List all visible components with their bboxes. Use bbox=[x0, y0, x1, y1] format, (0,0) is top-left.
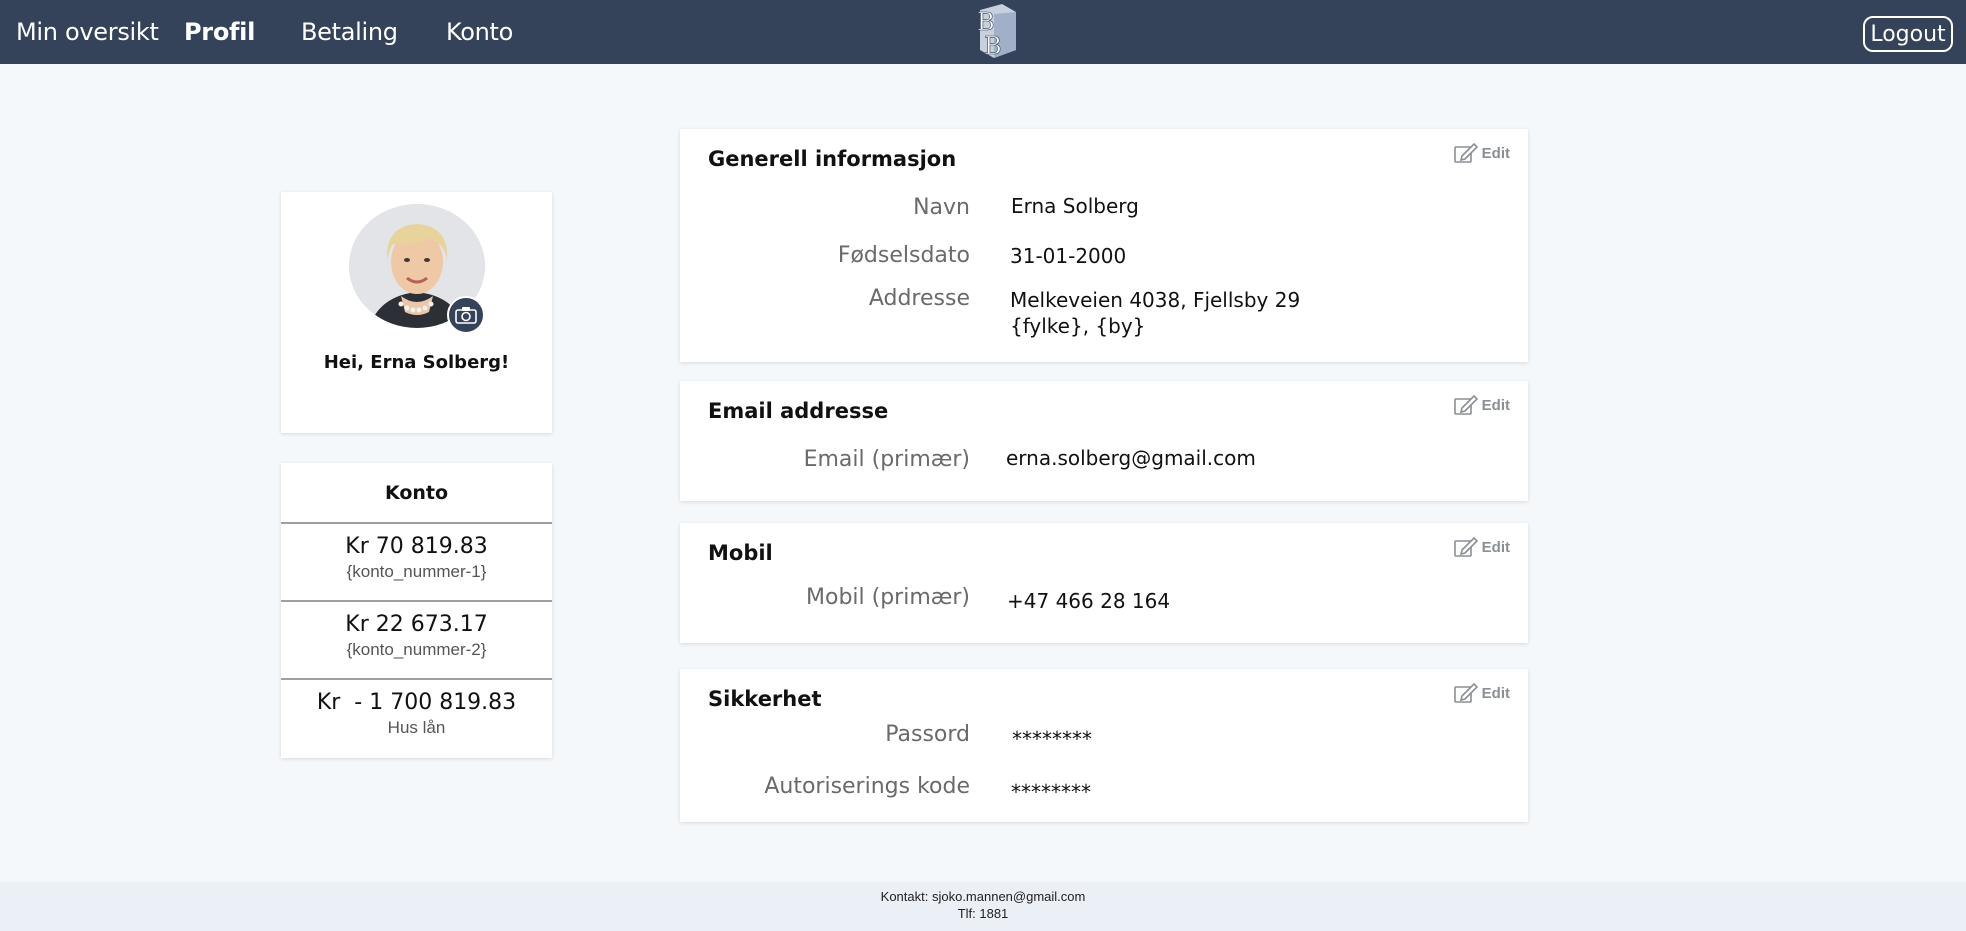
account-balance: Kr 22 673.17 bbox=[345, 612, 488, 637]
security-title: Sikkerhet bbox=[708, 687, 822, 711]
edit-label: Edit bbox=[1481, 396, 1510, 414]
edit-icon bbox=[1453, 395, 1478, 415]
nav-min-oversikt[interactable]: Min oversikt bbox=[16, 18, 159, 46]
nav-konto[interactable]: Konto bbox=[446, 18, 513, 46]
edit-label: Edit bbox=[1481, 144, 1510, 162]
general-info-title: Generell informasjon bbox=[708, 147, 957, 171]
password-label: Passord bbox=[885, 722, 970, 747]
auth-code-value: ******** bbox=[1011, 780, 1091, 804]
nav-profil[interactable]: Profil bbox=[184, 18, 255, 46]
edit-label: Edit bbox=[1481, 538, 1510, 556]
edit-general-button[interactable]: Edit bbox=[1453, 143, 1510, 163]
top-navbar: Min oversikt Profil Betaling Konto B B L… bbox=[0, 0, 1966, 64]
nav-betaling[interactable]: Betaling bbox=[301, 18, 398, 46]
footer: Kontakt: sjoko.mannen@gmail.com Tlf: 188… bbox=[0, 882, 1966, 931]
mobile-value: +47 466 28 164 bbox=[1007, 589, 1171, 613]
email-title: Email addresse bbox=[708, 399, 889, 423]
address-line1: Melkeveien 4038, Fjellsby 29 bbox=[1010, 288, 1301, 312]
address-line2: {fylke}, {by} bbox=[1010, 314, 1146, 338]
edit-icon bbox=[1453, 683, 1478, 703]
password-value: ******** bbox=[1012, 727, 1092, 751]
profile-greeting: Hei, Erna Solberg! bbox=[323, 352, 510, 373]
general-info-card: Generell informasjon Edit Navn Erna Solb… bbox=[680, 129, 1528, 362]
account-number: {konto_nummer-2} bbox=[346, 640, 487, 659]
name-label: Navn bbox=[913, 195, 970, 220]
auth-code-label: Autoriserings kode bbox=[764, 774, 970, 799]
account-number: Hus lån bbox=[387, 718, 446, 737]
svg-text:B: B bbox=[984, 32, 1002, 58]
accounts-card: Konto Kr 70 819.83 {konto_nummer-1} Kr 2… bbox=[281, 463, 552, 758]
edit-security-button[interactable]: Edit bbox=[1453, 683, 1510, 703]
mobile-card: Mobil Edit Mobil (primær) +47 466 28 164 bbox=[680, 523, 1528, 643]
edit-mobile-button[interactable]: Edit bbox=[1453, 537, 1510, 557]
account-number: {konto_nummer-1} bbox=[346, 562, 487, 581]
edit-icon bbox=[1453, 143, 1478, 163]
change-photo-button[interactable] bbox=[447, 296, 485, 334]
accounts-title: Konto bbox=[281, 463, 552, 524]
account-item[interactable]: Kr - 1 700 819.83 Hus lån bbox=[281, 680, 552, 758]
camera-icon bbox=[455, 307, 477, 324]
logout-button[interactable]: Logout bbox=[1863, 16, 1953, 52]
profile-card: Hei, Erna Solberg! bbox=[281, 192, 552, 433]
footer-contact: Kontakt: sjoko.mannen@gmail.com bbox=[880, 889, 1086, 904]
edit-label: Edit bbox=[1481, 684, 1510, 702]
edit-email-button[interactable]: Edit bbox=[1453, 395, 1510, 415]
edit-icon bbox=[1453, 537, 1478, 557]
address-label: Addresse bbox=[868, 286, 970, 311]
account-item[interactable]: Kr 70 819.83 {konto_nummer-1} bbox=[281, 524, 552, 602]
avatar-container bbox=[349, 204, 485, 334]
bank-logo[interactable]: B B bbox=[972, 4, 1016, 58]
footer-phone: Tlf: 1881 bbox=[957, 906, 1009, 921]
security-card: Sikkerhet Edit Passord ******** Autorise… bbox=[680, 669, 1528, 822]
email-card: Email addresse Edit Email (primær) erna.… bbox=[680, 381, 1528, 501]
email-label: Email (primær) bbox=[803, 447, 970, 472]
email-value: erna.solberg@gmail.com bbox=[1006, 446, 1256, 470]
mobile-label: Mobil (primær) bbox=[806, 585, 970, 610]
dob-label: Fødselsdato bbox=[837, 243, 970, 268]
dob-value: 31-01-2000 bbox=[1010, 244, 1127, 268]
mobile-title: Mobil bbox=[708, 541, 773, 565]
account-balance: Kr 70 819.83 bbox=[345, 534, 488, 559]
account-balance: Kr - 1 700 819.83 bbox=[316, 690, 517, 715]
name-value: Erna Solberg bbox=[1011, 194, 1139, 218]
account-item[interactable]: Kr 22 673.17 {konto_nummer-2} bbox=[281, 602, 552, 680]
